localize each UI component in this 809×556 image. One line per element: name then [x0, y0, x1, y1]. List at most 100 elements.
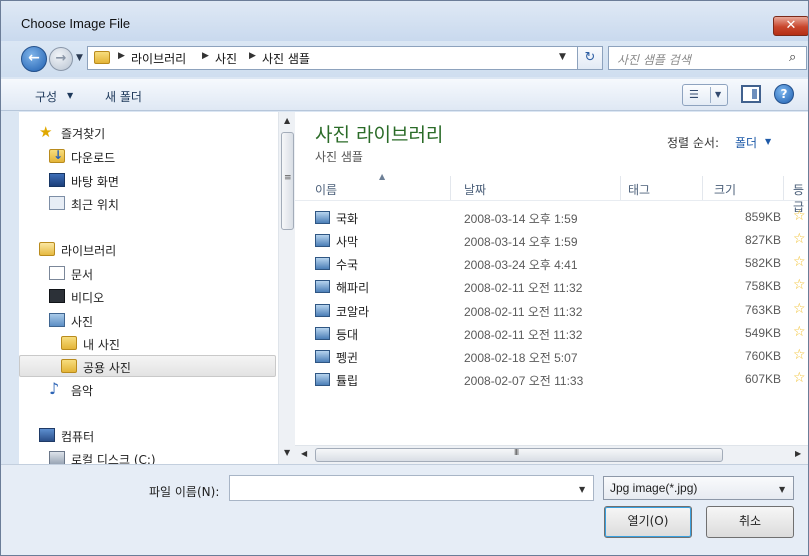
breadcrumb-libraries[interactable]: 라이브러리: [131, 50, 186, 67]
filename-dropdown-icon[interactable]: ▼: [579, 485, 585, 494]
scroll-up-icon[interactable]: ▲: [284, 116, 290, 125]
file-name: 수국: [336, 258, 359, 272]
star-icon[interactable]: ☆: [793, 347, 806, 363]
filename-input[interactable]: [229, 475, 594, 501]
nav-label: 내 사진: [83, 338, 120, 352]
table-row[interactable]: 등대 2008-02-11 오전 11:32 549KB ☆: [295, 323, 808, 346]
recent-pages-dropdown-icon[interactable]: ▼: [76, 53, 83, 63]
table-row[interactable]: 국화 2008-03-14 오후 1:59 859KB ☆: [295, 207, 808, 230]
music-note-icon: ♪: [49, 379, 60, 398]
selected-item-highlight: [19, 355, 276, 377]
star-icon[interactable]: ☆: [793, 370, 806, 386]
sort-by-link[interactable]: 폴더: [735, 134, 757, 151]
image-file-icon: [315, 350, 330, 363]
nav-label: 사진: [71, 315, 94, 329]
table-row[interactable]: 코알라 2008-02-11 오전 11:32 763KB ☆: [295, 300, 808, 323]
star-icon[interactable]: ☆: [793, 254, 806, 270]
cancel-button[interactable]: 취소: [706, 506, 794, 538]
help-icon[interactable]: ?: [774, 84, 794, 104]
breadcrumb-sample-pictures[interactable]: 사진 샘플: [262, 50, 310, 67]
file-name: 등대: [336, 328, 359, 342]
star-icon[interactable]: ☆: [793, 277, 806, 293]
close-button[interactable]: ✕: [773, 16, 808, 36]
filetype-select[interactable]: Jpg image(*.jpg) ▼: [603, 476, 794, 500]
breadcrumb[interactable]: ▶ 라이브러리 ▶ 사진 ▶ 사진 샘플: [87, 46, 601, 70]
file-size: 582KB: [744, 256, 781, 270]
folder-icon: [94, 51, 110, 64]
file-name: 해파리: [336, 281, 370, 295]
table-row[interactable]: 수국 2008-03-24 오후 4:41 582KB ☆: [295, 253, 808, 276]
new-folder-button[interactable]: 새 폴더: [105, 88, 142, 105]
file-dialog: Choose Image File ✕ ← → ▼ ▶ 라이브러리 ▶ 사진 ▶…: [0, 0, 809, 556]
image-file-icon: [315, 304, 330, 317]
file-name: 펭귄: [336, 351, 359, 365]
filename-label: 파일 이름(N):: [149, 485, 220, 499]
chevron-right-icon[interactable]: ▶: [249, 51, 256, 61]
recent-places-icon: [49, 196, 65, 210]
search-placeholder: 사진 샘플 검색: [617, 53, 691, 67]
divider: [450, 176, 451, 200]
chevron-down-icon[interactable]: ▼: [765, 137, 771, 146]
table-row[interactable]: 해파리 2008-02-11 오전 11:32 758KB ☆: [295, 276, 808, 299]
search-icon[interactable]: ⌕: [789, 50, 796, 65]
forward-button[interactable]: →: [49, 47, 73, 71]
scroll-down-icon[interactable]: ▼: [284, 448, 290, 457]
nav-label: 즐겨찾기: [61, 127, 106, 141]
file-name: 튤립: [336, 374, 359, 388]
column-header-rating[interactable]: 등급: [793, 181, 808, 214]
navigation-scrollbar[interactable]: ▲ ▼: [278, 112, 295, 464]
star-icon[interactable]: ☆: [793, 324, 806, 340]
scroll-left-icon[interactable]: ◀: [301, 449, 307, 458]
chevron-down-icon[interactable]: ▼: [67, 91, 73, 100]
view-options-button[interactable]: ☰ ▼: [682, 84, 728, 106]
back-button[interactable]: ←: [21, 46, 47, 72]
breadcrumb-pictures[interactable]: 사진: [215, 50, 237, 67]
star-icon[interactable]: ☆: [793, 301, 806, 317]
address-dropdown-icon[interactable]: ▼: [559, 52, 566, 62]
file-date: 2008-03-14 오후 1:59: [464, 212, 578, 226]
downloads-folder-icon: [49, 148, 65, 163]
column-header-tags[interactable]: 태그: [628, 181, 650, 205]
image-file-icon: [315, 327, 330, 340]
file-date: 2008-02-07 오전 11:33: [464, 374, 584, 388]
chevron-down-icon[interactable]: ▼: [715, 90, 721, 99]
star-icon: ★: [39, 123, 53, 141]
file-size: 827KB: [744, 233, 781, 247]
hard-disk-icon: [49, 451, 65, 464]
divider: [783, 176, 784, 200]
refresh-button[interactable]: ↻: [577, 46, 603, 70]
file-date: 2008-02-11 오전 11:32: [464, 305, 583, 319]
nav-label: 최근 위치: [71, 198, 119, 212]
nav-label: 컴퓨터: [61, 430, 95, 444]
scrollbar-thumb[interactable]: [315, 448, 723, 462]
divider: [620, 176, 621, 200]
pictures-icon: [49, 313, 65, 327]
search-input[interactable]: 사진 샘플 검색 ⌕: [608, 46, 807, 70]
divider: [702, 176, 703, 200]
file-date: 2008-02-18 오전 5:07: [464, 351, 578, 365]
star-icon[interactable]: ☆: [793, 231, 806, 247]
table-row[interactable]: 튤립 2008-02-07 오전 11:33 607KB ☆: [295, 369, 808, 392]
table-row[interactable]: 사막 2008-03-14 오후 1:59 827KB ☆: [295, 230, 808, 253]
folder-icon: [61, 336, 77, 350]
chevron-right-icon[interactable]: ▶: [118, 51, 125, 61]
file-size: 763KB: [744, 303, 781, 317]
file-size: 859KB: [744, 210, 781, 224]
column-header-name[interactable]: 이름: [315, 181, 337, 205]
column-header-date[interactable]: 날짜: [464, 181, 486, 205]
column-header-size[interactable]: 크기: [714, 181, 736, 205]
filetype-value: Jpg image(*.jpg): [610, 481, 698, 495]
nav-label: 라이브러리: [61, 244, 117, 258]
scrollbar-thumb[interactable]: [281, 132, 294, 230]
scroll-right-icon[interactable]: ▶: [795, 449, 801, 458]
star-icon[interactable]: ☆: [793, 208, 806, 224]
file-list-scrollbar[interactable]: ◀ ▶: [295, 445, 808, 464]
divider: [710, 87, 711, 103]
open-button[interactable]: 열기(O): [604, 506, 692, 538]
chevron-right-icon[interactable]: ▶: [202, 51, 209, 61]
chevron-down-icon[interactable]: ▼: [779, 485, 785, 494]
file-date: 2008-02-11 오전 11:32: [464, 281, 583, 295]
table-row[interactable]: 펭귄 2008-02-18 오전 5:07 760KB ☆: [295, 346, 808, 369]
organize-button[interactable]: 구성: [35, 88, 57, 105]
preview-pane-icon[interactable]: [741, 85, 761, 103]
